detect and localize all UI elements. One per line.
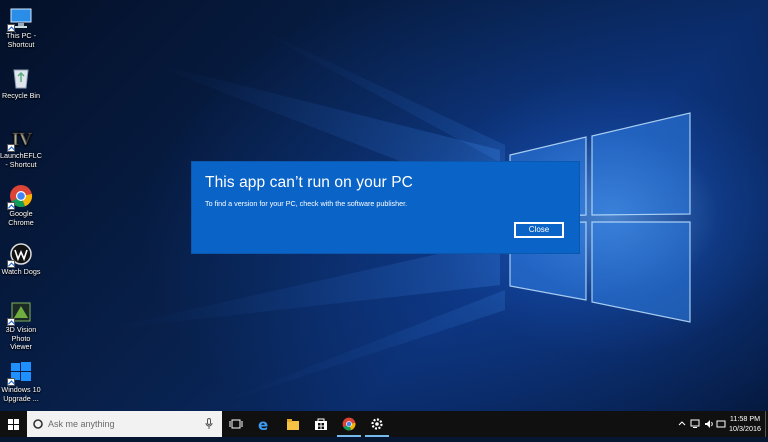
gta-iv-icon: IV	[7, 126, 33, 152]
desktop-icon-watch-dogs[interactable]: Watch Dogs	[0, 242, 42, 277]
close-button[interactable]: Close	[514, 222, 564, 238]
shortcut-arrow-icon	[7, 202, 15, 210]
desktop-icon-this-pc[interactable]: This PC - Shortcut	[0, 6, 42, 49]
shortcut-arrow-icon	[7, 260, 15, 268]
windows-start-icon	[8, 419, 19, 430]
taskbar-clock[interactable]: 11:58 PM 10/3/2016	[726, 414, 764, 433]
desktop-icon-recycle-bin[interactable]: Recycle Bin	[0, 66, 42, 101]
desktop-icon-label: Watch Dogs	[1, 267, 41, 276]
clock-date: 10/3/2016	[729, 423, 761, 433]
search-placeholder: Ask me anything	[48, 419, 115, 429]
chrome-icon	[7, 184, 33, 210]
cortana-icon	[33, 419, 43, 429]
watch-dogs-icon	[7, 242, 33, 268]
desktop-icon-label: Google Chrome	[8, 209, 34, 227]
clock-time: 11:58 PM	[729, 414, 761, 423]
dialog-title: This app can’t run on your PC	[205, 174, 413, 191]
3d-vision-icon	[7, 300, 33, 326]
task-view-icon	[229, 419, 243, 429]
taskbar-edge[interactable]: e	[251, 411, 279, 437]
store-icon	[315, 418, 327, 430]
start-button[interactable]	[0, 411, 27, 437]
desktop-icon-label: LaunchEFLC - Shortcut	[0, 151, 42, 169]
desktop-icon-label: Windows 10 Upgrade ...	[1, 385, 41, 403]
file-explorer-icon	[287, 419, 299, 430]
taskbar-chrome[interactable]	[335, 411, 363, 437]
task-view-button[interactable]	[222, 411, 250, 437]
chevron-up-icon[interactable]	[678, 420, 686, 426]
chrome-icon	[342, 417, 356, 431]
dialog-message: To find a version for your PC, check wit…	[205, 199, 408, 208]
svg-text:IV: IV	[12, 129, 32, 149]
desktop-icon-label: Recycle Bin	[2, 91, 40, 100]
taskbar-store[interactable]	[307, 411, 335, 437]
desktop-icon-launcheflc[interactable]: IV LaunchEFLC - Shortcut	[0, 126, 42, 169]
system-tray	[676, 411, 726, 437]
cortana-search-box[interactable]: Ask me anything	[27, 411, 222, 437]
shortcut-arrow-icon	[7, 378, 15, 386]
desktop-icon-windows-10-upgrade[interactable]: Windows 10 Upgrade ...	[0, 360, 42, 403]
taskbar-settings[interactable]	[363, 411, 391, 437]
edge-icon: e	[258, 417, 268, 431]
volume-icon[interactable]	[704, 419, 714, 429]
windows-upgrade-icon	[7, 360, 33, 386]
desktop-icon-label: 3D Vision Photo Viewer	[5, 325, 37, 352]
microphone-icon[interactable]	[205, 418, 213, 430]
taskbar: Ask me anything e 11:58 PM 10/3/2016	[0, 411, 768, 437]
desktop-icon-label: This PC - Shortcut	[6, 31, 36, 49]
shortcut-arrow-icon	[7, 24, 15, 32]
desktop-icon-3d-vision[interactable]: 3D Vision Photo Viewer	[0, 300, 42, 352]
desktop-icon-google-chrome[interactable]: Google Chrome	[0, 184, 42, 227]
shortcut-arrow-icon	[7, 144, 15, 152]
shortcut-arrow-icon	[7, 318, 15, 326]
network-icon[interactable]	[690, 419, 700, 429]
desktop: This PC - Shortcut Recycle Bin IV Launch…	[0, 0, 768, 411]
svg-text:e: e	[258, 417, 268, 431]
taskbar-file-explorer[interactable]	[279, 411, 307, 437]
settings-icon	[371, 418, 383, 430]
computer-icon	[7, 6, 33, 32]
recycle-bin-icon	[9, 66, 33, 90]
app-cant-run-dialog: This app can’t run on your PC To find a …	[192, 162, 579, 253]
language-icon[interactable]	[716, 419, 726, 429]
